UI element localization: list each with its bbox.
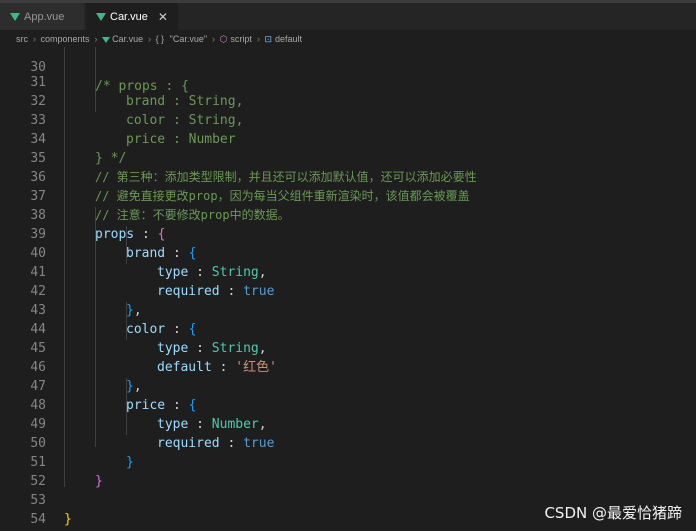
breadcrumb-item[interactable]: src bbox=[16, 34, 28, 44]
code-text: } bbox=[64, 512, 72, 527]
chevron-right-icon: › bbox=[148, 34, 152, 44]
code-line: 51 } bbox=[0, 434, 696, 489]
chevron-right-icon: › bbox=[212, 34, 216, 44]
vue-file-icon bbox=[102, 36, 111, 43]
vue-file-icon bbox=[10, 12, 20, 21]
code-line: 46 }, bbox=[0, 339, 696, 394]
breadcrumb-item[interactable]: components bbox=[41, 34, 90, 44]
code-line: 50 } bbox=[0, 415, 696, 470]
cube-icon: ⬡ bbox=[219, 34, 228, 44]
code-line: 48 type : Number, bbox=[0, 377, 696, 432]
tab-car-vue[interactable]: Car.vue ✕ bbox=[86, 3, 178, 30]
breadcrumb-item[interactable]: script bbox=[230, 34, 252, 44]
code-line: 34 } */ bbox=[0, 111, 696, 166]
code-line: 40 type : String, bbox=[0, 225, 696, 280]
code-line: 32 color : String, bbox=[0, 73, 696, 128]
tab-label: Car.vue bbox=[110, 10, 148, 23]
line-number: 54 bbox=[30, 512, 46, 527]
code-line: 33 price : Number bbox=[0, 92, 696, 147]
code-line: 44 type : String, bbox=[0, 301, 696, 356]
code-line: 53 } bbox=[0, 472, 696, 527]
code-editor[interactable]: 30 /* props : { 31 brand : String, 32 co… bbox=[0, 47, 696, 531]
chevron-right-icon: › bbox=[256, 34, 260, 44]
breadcrumb-item[interactable]: Car.vue bbox=[112, 34, 143, 44]
code-line: 37 // 注意：不要修改prop中的数据。 bbox=[0, 168, 696, 222]
code-line: 36 // 避免直接更改prop，因为每当父组件重新渲染时，该值都会被覆盖 bbox=[0, 149, 696, 203]
tab-app-vue[interactable]: App.vue bbox=[0, 3, 84, 30]
breadcrumb-item[interactable]: default bbox=[275, 34, 302, 44]
watermark: CSDN @最爱恰猪蹄 bbox=[544, 504, 682, 522]
breadcrumb-item[interactable]: "Car.vue" bbox=[170, 34, 207, 44]
tab-label: App.vue bbox=[24, 10, 65, 23]
code-line: 38 props : { bbox=[0, 187, 696, 242]
vue-file-icon bbox=[96, 12, 106, 21]
code-line: 42 }, bbox=[0, 263, 696, 318]
chevron-right-icon: › bbox=[33, 34, 36, 44]
code-line: 52 bbox=[0, 453, 696, 489]
tab-bar: App.vue Car.vue ✕ bbox=[0, 3, 696, 31]
code-line: 41 required : true bbox=[0, 244, 696, 299]
code-line: 45 default : '红色' bbox=[0, 320, 696, 375]
close-icon[interactable]: ✕ bbox=[158, 10, 168, 24]
breadcrumb: src › components › Car.vue › { } "Car.vue" ›… bbox=[0, 31, 696, 47]
variable-icon: ⊡ bbox=[264, 34, 272, 44]
code-line: 35 // 第三种：添加类型限制，并且还可以添加默认值，还可以添加必要性 bbox=[0, 130, 696, 184]
code-line: 39 brand : { bbox=[0, 206, 696, 261]
code-line: 43 color : { bbox=[0, 282, 696, 337]
object-icon: { } bbox=[155, 34, 165, 44]
chevron-right-icon: › bbox=[94, 34, 98, 44]
code-line: 49 required : true bbox=[0, 396, 696, 451]
code-line: 31 brand : String, bbox=[0, 54, 696, 109]
code-line: 47 price : { bbox=[0, 358, 696, 413]
